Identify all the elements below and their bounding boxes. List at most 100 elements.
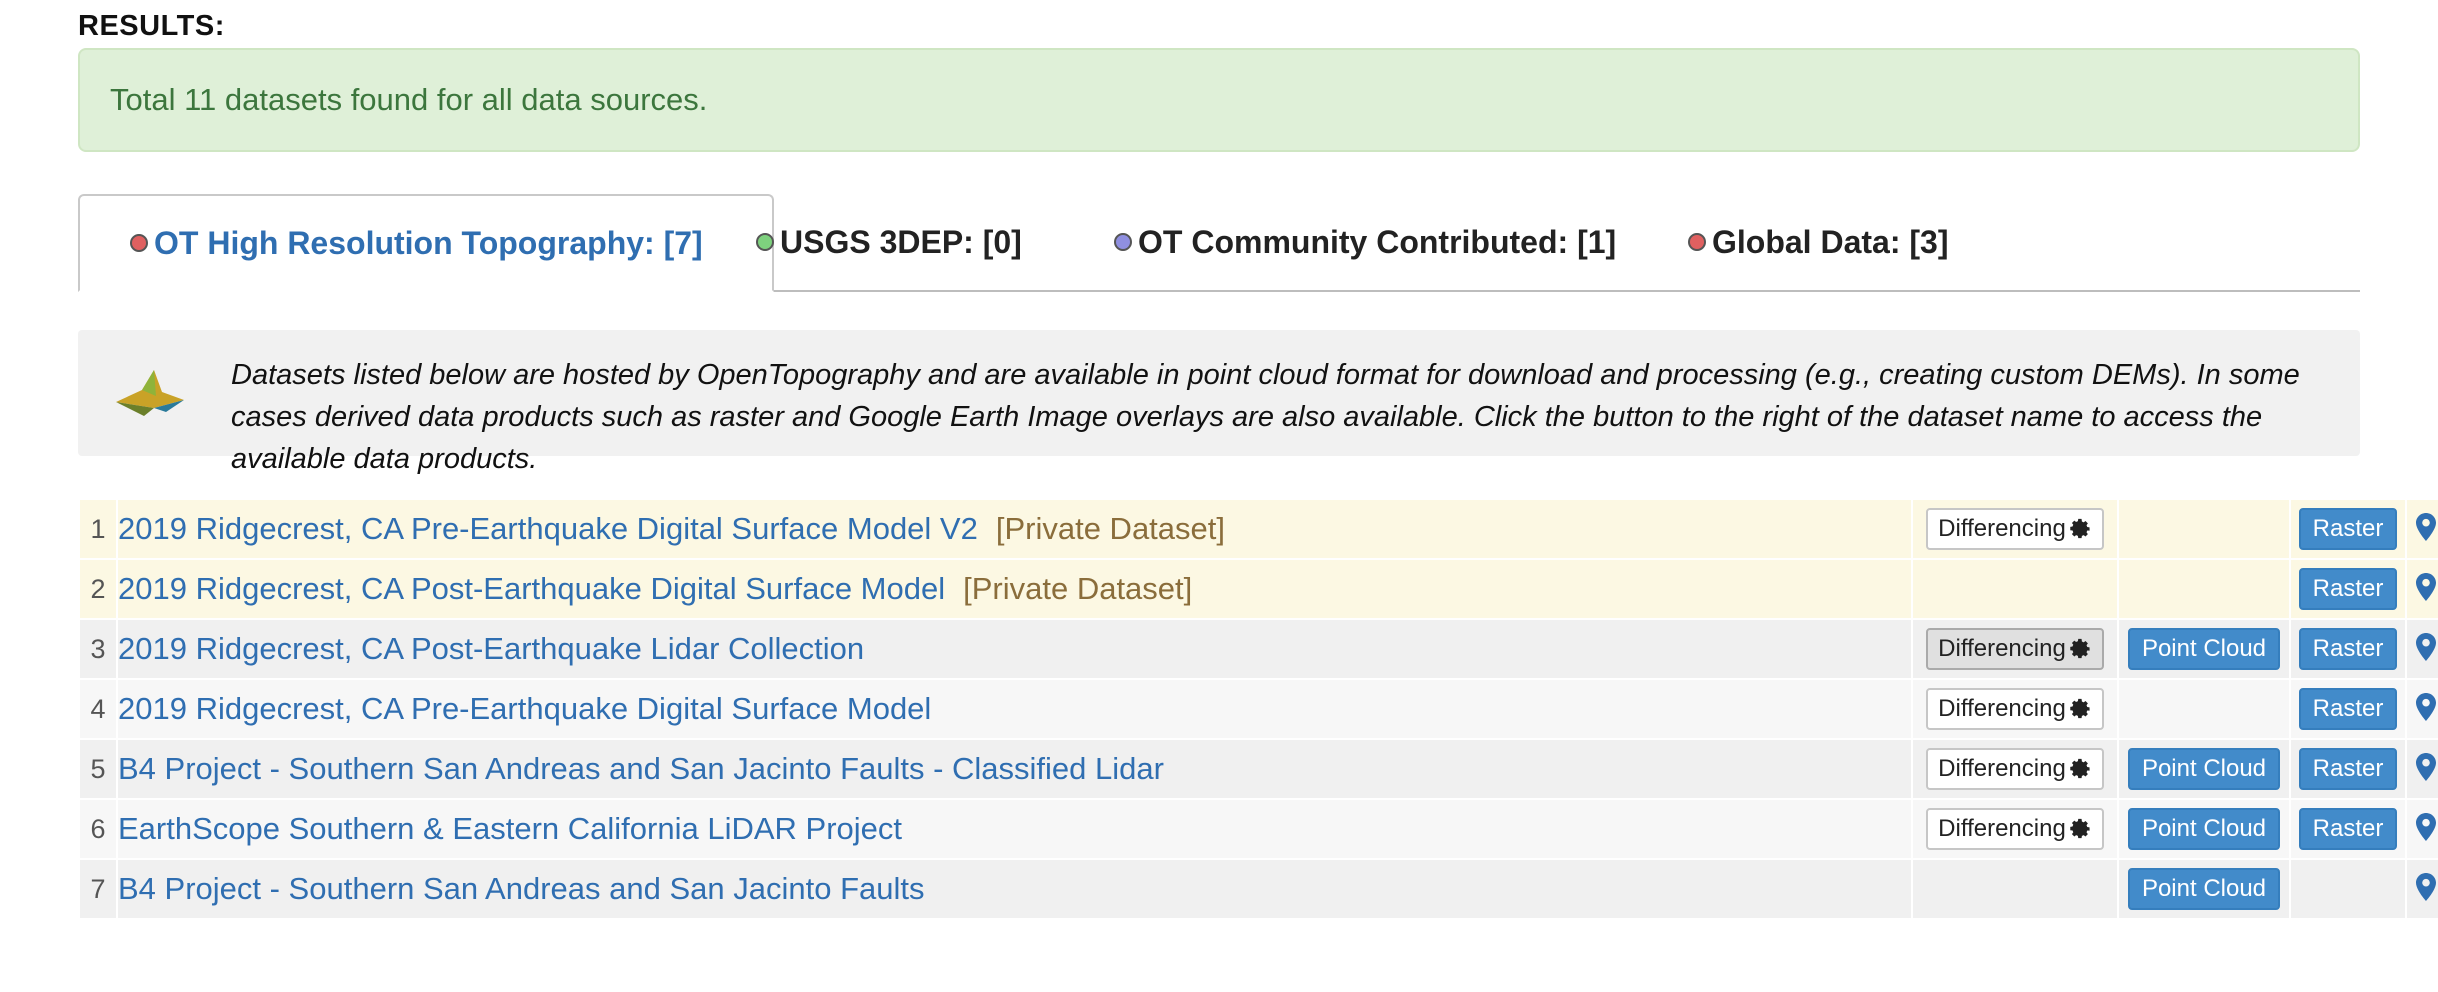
tab-label: OT Community Contributed: [1] — [1138, 223, 1617, 260]
point-cloud-button[interactable]: Point Cloud — [2127, 748, 2281, 790]
map-pin-cell — [2405, 558, 2438, 620]
table-row: 6 EarthScope Southern & Eastern Californi… — [78, 798, 2438, 860]
raster-button[interactable]: Raster — [2298, 808, 2398, 850]
tab-label: Global Data: [3] — [1712, 223, 1949, 260]
table-row: 5 B4 Project - Southern San Andreas and S… — [78, 738, 2438, 800]
differencing-label: Differencing — [1938, 755, 2066, 782]
map-marker-icon[interactable] — [2416, 692, 2436, 721]
differencing-cell: Differencing — [1911, 498, 2119, 560]
tab-label: USGS 3DEP: [0] — [780, 223, 1022, 260]
tab-ot-community[interactable]: OT Community Contributed: [1] — [1114, 194, 1616, 290]
dataset-link[interactable]: B4 Project - Southern San Andreas and Sa… — [119, 751, 1164, 786]
table-row: 3 2019 Ridgecrest, CA Post-Earthquake Lid… — [78, 618, 2438, 680]
status-dot-icon — [130, 234, 148, 252]
dataset-link[interactable]: 2019 Ridgecrest, CA Pre-Earthquake Digit… — [119, 691, 931, 726]
row-number: 7 — [78, 858, 118, 920]
raster-cell: Raster — [2289, 558, 2407, 620]
raster-cell: Raster — [2289, 498, 2407, 560]
map-marker-icon[interactable] — [2416, 632, 2436, 661]
private-dataset-tag: [Private Dataset] — [995, 511, 1225, 546]
map-marker-icon[interactable] — [2416, 812, 2436, 841]
table-row: 1 2019 Ridgecrest, CA Pre-Earthquake Digi… — [78, 498, 2438, 560]
row-number: 3 — [78, 618, 118, 680]
point-cloud-button[interactable]: Point Cloud — [2127, 628, 2281, 670]
data-source-tabs: OT High Resolution Topography: [7] USGS … — [78, 194, 2360, 292]
differencing-label: Differencing — [1938, 635, 2066, 662]
private-dataset-tag: [Private Dataset] — [963, 571, 1193, 606]
dataset-link[interactable]: EarthScope Southern & Eastern California… — [119, 811, 902, 846]
tab-usgs-3dep[interactable]: USGS 3DEP: [0] — [756, 194, 1022, 290]
dataset-name-cell: EarthScope Southern & Eastern California… — [116, 798, 1913, 860]
row-number: 1 — [78, 498, 118, 560]
raster-cell: Raster — [2289, 618, 2407, 680]
map-pin-cell — [2405, 858, 2438, 920]
point-cloud-cell: Point Cloud — [2117, 798, 2291, 860]
gear-icon — [2070, 518, 2092, 540]
row-number: 4 — [78, 678, 118, 740]
point-cloud-cell — [2117, 678, 2291, 740]
dataset-link[interactable]: B4 Project - Southern San Andreas and Sa… — [119, 871, 924, 906]
differencing-label: Differencing — [1938, 695, 2066, 722]
map-pin-cell — [2405, 738, 2438, 800]
point-cloud-cell: Point Cloud — [2117, 858, 2291, 920]
gear-icon — [2070, 698, 2092, 720]
raster-cell: Raster — [2289, 738, 2407, 800]
raster-button[interactable]: Raster — [2298, 688, 2398, 730]
differencing-button[interactable]: Differencing — [1926, 628, 2104, 670]
raster-cell: Raster — [2289, 678, 2407, 740]
raster-cell — [2289, 858, 2407, 920]
status-dot-icon — [756, 233, 774, 251]
raster-button[interactable]: Raster — [2298, 748, 2398, 790]
differencing-label: Differencing — [1938, 815, 2066, 842]
results-heading: RESULTS: — [78, 10, 225, 42]
raster-button[interactable]: Raster — [2298, 568, 2398, 610]
map-marker-icon[interactable] — [2416, 872, 2436, 901]
tab-ot-high-resolution[interactable]: OT High Resolution Topography: [7] — [78, 194, 774, 292]
dataset-name-cell: 2019 Ridgecrest, CA Post-Earthquake Lida… — [116, 618, 1913, 680]
point-cloud-cell: Point Cloud — [2117, 738, 2291, 800]
gear-icon — [2070, 638, 2092, 660]
table-row: 7 B4 Project - Southern San Andreas and S… — [78, 858, 2438, 920]
dataset-name-cell: 2019 Ridgecrest, CA Post-Earthquake Digi… — [116, 558, 1913, 620]
tab-label: OT High Resolution Topography: [7] — [154, 224, 703, 261]
point-cloud-cell — [2117, 558, 2291, 620]
point-cloud-cell: Point Cloud — [2117, 618, 2291, 680]
table-row: 4 2019 Ridgecrest, CA Pre-Earthquake Digi… — [78, 678, 2438, 740]
dataset-link[interactable]: 2019 Ridgecrest, CA Pre-Earthquake Digit… — [119, 511, 978, 546]
differencing-cell — [1911, 558, 2119, 620]
raster-button[interactable]: Raster — [2298, 508, 2398, 550]
map-marker-icon[interactable] — [2416, 512, 2436, 541]
opentopography-logo-icon — [116, 370, 184, 416]
differencing-cell: Differencing — [1911, 618, 2119, 680]
map-pin-cell — [2405, 618, 2438, 680]
datasets-table: 1 2019 Ridgecrest, CA Pre-Earthquake Digi… — [78, 498, 2438, 920]
dataset-name-cell: B4 Project - Southern San Andreas and Sa… — [116, 858, 1913, 920]
info-panel: Datasets listed below are hosted by Open… — [78, 330, 2360, 475]
dataset-name-cell: 2019 Ridgecrest, CA Pre-Earthquake Digit… — [116, 498, 1913, 560]
differencing-button[interactable]: Differencing — [1926, 808, 2104, 850]
differencing-cell: Differencing — [1911, 738, 2119, 800]
map-marker-icon[interactable] — [2416, 572, 2436, 601]
alert-text: Total 11 datasets found for all data sou… — [110, 82, 708, 117]
dataset-name-cell: 2019 Ridgecrest, CA Pre-Earthquake Digit… — [116, 678, 1913, 740]
dataset-link[interactable]: 2019 Ridgecrest, CA Post-Earthquake Digi… — [119, 571, 945, 606]
raster-button[interactable]: Raster — [2298, 628, 2398, 670]
differencing-cell: Differencing — [1911, 798, 2119, 860]
differencing-button[interactable]: Differencing — [1926, 688, 2104, 730]
differencing-cell — [1911, 858, 2119, 920]
dataset-name-cell: B4 Project - Southern San Andreas and Sa… — [116, 738, 1913, 800]
dataset-link[interactable]: 2019 Ridgecrest, CA Post-Earthquake Lida… — [119, 631, 864, 666]
map-marker-icon[interactable] — [2416, 752, 2436, 781]
row-number: 5 — [78, 738, 118, 800]
differencing-button[interactable]: Differencing — [1926, 748, 2104, 790]
gear-icon — [2070, 758, 2092, 780]
differencing-button[interactable]: Differencing — [1926, 508, 2104, 550]
row-number: 6 — [78, 798, 118, 860]
point-cloud-button[interactable]: Point Cloud — [2127, 868, 2281, 910]
differencing-label: Differencing — [1938, 515, 2066, 542]
row-number: 2 — [78, 558, 118, 620]
point-cloud-button[interactable]: Point Cloud — [2127, 808, 2281, 850]
status-dot-icon — [1688, 233, 1706, 251]
tab-global-data[interactable]: Global Data: [3] — [1688, 194, 1948, 290]
table-row: 2 2019 Ridgecrest, CA Post-Earthquake Dig… — [78, 558, 2438, 620]
